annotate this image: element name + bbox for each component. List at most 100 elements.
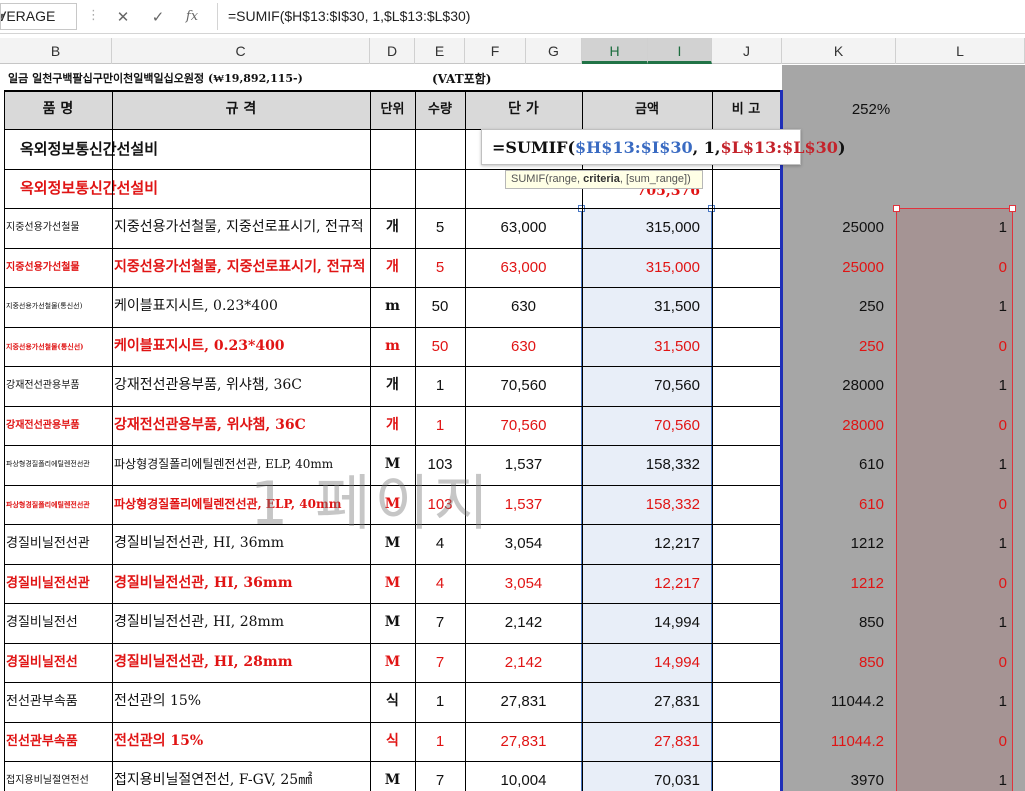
- item-qty[interactable]: 7: [415, 643, 465, 683]
- k-value[interactable]: 11044.2: [782, 722, 896, 762]
- l-flag[interactable]: 1: [896, 366, 1025, 406]
- spreadsheet-grid[interactable]: 일금 일천구백팔십구만이천일백일십오원정 (₩19,892,115-) (VAT…: [0, 65, 1025, 791]
- item-amount[interactable]: 158,332: [582, 445, 712, 485]
- item-spec[interactable]: 케이블표지시트, 0.23*400: [114, 287, 370, 327]
- item-unit-price[interactable]: 63,000: [465, 208, 582, 248]
- drag-handle-icon[interactable]: ⋮: [87, 8, 100, 24]
- item-amount[interactable]: 12,217: [582, 564, 712, 604]
- item-name[interactable]: 강재전선관용부품: [6, 406, 111, 446]
- item-unit[interactable]: 개: [370, 366, 415, 406]
- item-qty[interactable]: 5: [415, 208, 465, 248]
- k-value[interactable]: 610: [782, 445, 896, 485]
- item-unit[interactable]: 개: [370, 208, 415, 248]
- item-amount[interactable]: 70,560: [582, 406, 712, 446]
- item-name[interactable]: 전선관부속품: [6, 682, 111, 722]
- k-value[interactable]: 3970: [782, 761, 896, 791]
- l-flag[interactable]: 1: [896, 208, 1025, 248]
- item-amount[interactable]: 158,332: [582, 485, 712, 525]
- item-name[interactable]: 파상형경질폴리에틸렌전선관: [6, 485, 111, 525]
- chevron-down-icon[interactable]: ▼: [1, 4, 74, 29]
- item-unit[interactable]: M: [370, 564, 415, 604]
- l-flag[interactable]: 1: [896, 682, 1025, 722]
- item-name[interactable]: 강재전선관용부품: [6, 366, 111, 406]
- column-header-h[interactable]: H: [582, 38, 648, 64]
- item-spec[interactable]: 경질비닐전선관, HI, 28mm: [114, 603, 370, 643]
- item-name[interactable]: 경질비닐전선: [6, 643, 111, 683]
- item-name[interactable]: 경질비닐전선관: [6, 564, 111, 604]
- item-spec[interactable]: 경질비닐전선관, HI, 36mm: [114, 564, 370, 604]
- item-amount[interactable]: 14,994: [582, 643, 712, 683]
- formula-edit-cell[interactable]: =SUMIF($H$13:$I$30, 1,$L$13:$L$30): [481, 129, 846, 165]
- item-amount[interactable]: 27,831: [582, 682, 712, 722]
- item-name[interactable]: 전선관부속품: [6, 722, 111, 762]
- l-flag[interactable]: 1: [896, 603, 1025, 643]
- item-unit[interactable]: 개: [370, 248, 415, 288]
- k-value[interactable]: 28000: [782, 366, 896, 406]
- column-header-d[interactable]: D: [370, 38, 415, 64]
- l-flag[interactable]: 0: [896, 722, 1025, 762]
- item-amount[interactable]: 31,500: [582, 327, 712, 367]
- k-percent-value[interactable]: 252%: [816, 90, 926, 129]
- l-flag[interactable]: 0: [896, 643, 1025, 683]
- l-flag[interactable]: 1: [896, 445, 1025, 485]
- item-spec[interactable]: 경질비닐전선관, HI, 28mm: [114, 643, 370, 683]
- item-unit-price[interactable]: 10,004: [465, 761, 582, 791]
- cancel-icon[interactable]: ✕: [112, 6, 134, 28]
- item-name[interactable]: 파상형경질폴리에틸렌전선관: [6, 445, 111, 485]
- l-flag[interactable]: 0: [896, 564, 1025, 604]
- k-value[interactable]: 850: [782, 643, 896, 683]
- item-qty[interactable]: 5: [415, 248, 465, 288]
- k-value[interactable]: 1212: [782, 524, 896, 564]
- item-spec[interactable]: 강재전선관용부품, 위샤챔, 36C: [114, 406, 370, 446]
- item-amount[interactable]: 315,000: [582, 208, 712, 248]
- item-unit[interactable]: M: [370, 643, 415, 683]
- item-unit-price[interactable]: 630: [465, 327, 582, 367]
- l-flag[interactable]: 1: [896, 524, 1025, 564]
- item-unit[interactable]: M: [370, 603, 415, 643]
- item-name[interactable]: 지중선용가선철물(통신선): [6, 327, 111, 367]
- item-spec[interactable]: 접지용비닐절연전선, F-GV, 25㎟: [114, 761, 370, 791]
- item-unit-price[interactable]: 2,142: [465, 603, 582, 643]
- k-value[interactable]: 25000: [782, 208, 896, 248]
- item-unit[interactable]: 식: [370, 682, 415, 722]
- l-flag[interactable]: 1: [896, 761, 1025, 791]
- item-spec[interactable]: 강재전선관용부품, 위샤챔, 36C: [114, 366, 370, 406]
- item-unit-price[interactable]: 2,142: [465, 643, 582, 683]
- k-value[interactable]: 250: [782, 287, 896, 327]
- item-amount[interactable]: 70,560: [582, 366, 712, 406]
- item-unit[interactable]: 식: [370, 722, 415, 762]
- item-qty[interactable]: 50: [415, 327, 465, 367]
- column-header-i[interactable]: I: [648, 38, 712, 64]
- column-header-k[interactable]: K: [782, 38, 896, 64]
- l-flag[interactable]: 0: [896, 327, 1025, 367]
- item-name[interactable]: 지중선용가선철물: [6, 208, 111, 248]
- item-qty[interactable]: 50: [415, 287, 465, 327]
- item-spec[interactable]: 케이블표지시트, 0.23*400: [114, 327, 370, 367]
- item-unit[interactable]: m: [370, 327, 415, 367]
- item-name[interactable]: 경질비닐전선: [6, 603, 111, 643]
- item-amount[interactable]: 31,500: [582, 287, 712, 327]
- item-unit-price[interactable]: 27,831: [465, 682, 582, 722]
- item-unit[interactable]: 개: [370, 406, 415, 446]
- column-header-j[interactable]: J: [712, 38, 782, 64]
- item-amount[interactable]: 12,217: [582, 524, 712, 564]
- l-flag[interactable]: 0: [896, 248, 1025, 288]
- item-amount[interactable]: 70,031: [582, 761, 712, 791]
- item-name[interactable]: 지중선용가선철물: [6, 248, 111, 288]
- function-argument-tooltip[interactable]: SUMIF(range, criteria, [sum_range]): [505, 170, 703, 189]
- k-value[interactable]: 11044.2: [782, 682, 896, 722]
- item-unit-price[interactable]: 70,560: [465, 406, 582, 446]
- enter-icon[interactable]: ✓: [147, 6, 169, 28]
- item-unit-price[interactable]: 630: [465, 287, 582, 327]
- item-amount[interactable]: 315,000: [582, 248, 712, 288]
- item-name[interactable]: 경질비닐전선관: [6, 524, 111, 564]
- item-qty[interactable]: 1: [415, 682, 465, 722]
- item-qty[interactable]: 1: [415, 366, 465, 406]
- item-unit-price[interactable]: 27,831: [465, 722, 582, 762]
- name-box[interactable]: VERAGE ▼: [0, 3, 77, 30]
- k-value[interactable]: 1212: [782, 564, 896, 604]
- column-header-g[interactable]: G: [526, 38, 582, 64]
- formula-input[interactable]: =SUMIF($H$13:$I$30, 1,$L$13:$L$30): [217, 3, 1025, 30]
- item-qty[interactable]: 1: [415, 406, 465, 446]
- item-unit-price[interactable]: 3,054: [465, 564, 582, 604]
